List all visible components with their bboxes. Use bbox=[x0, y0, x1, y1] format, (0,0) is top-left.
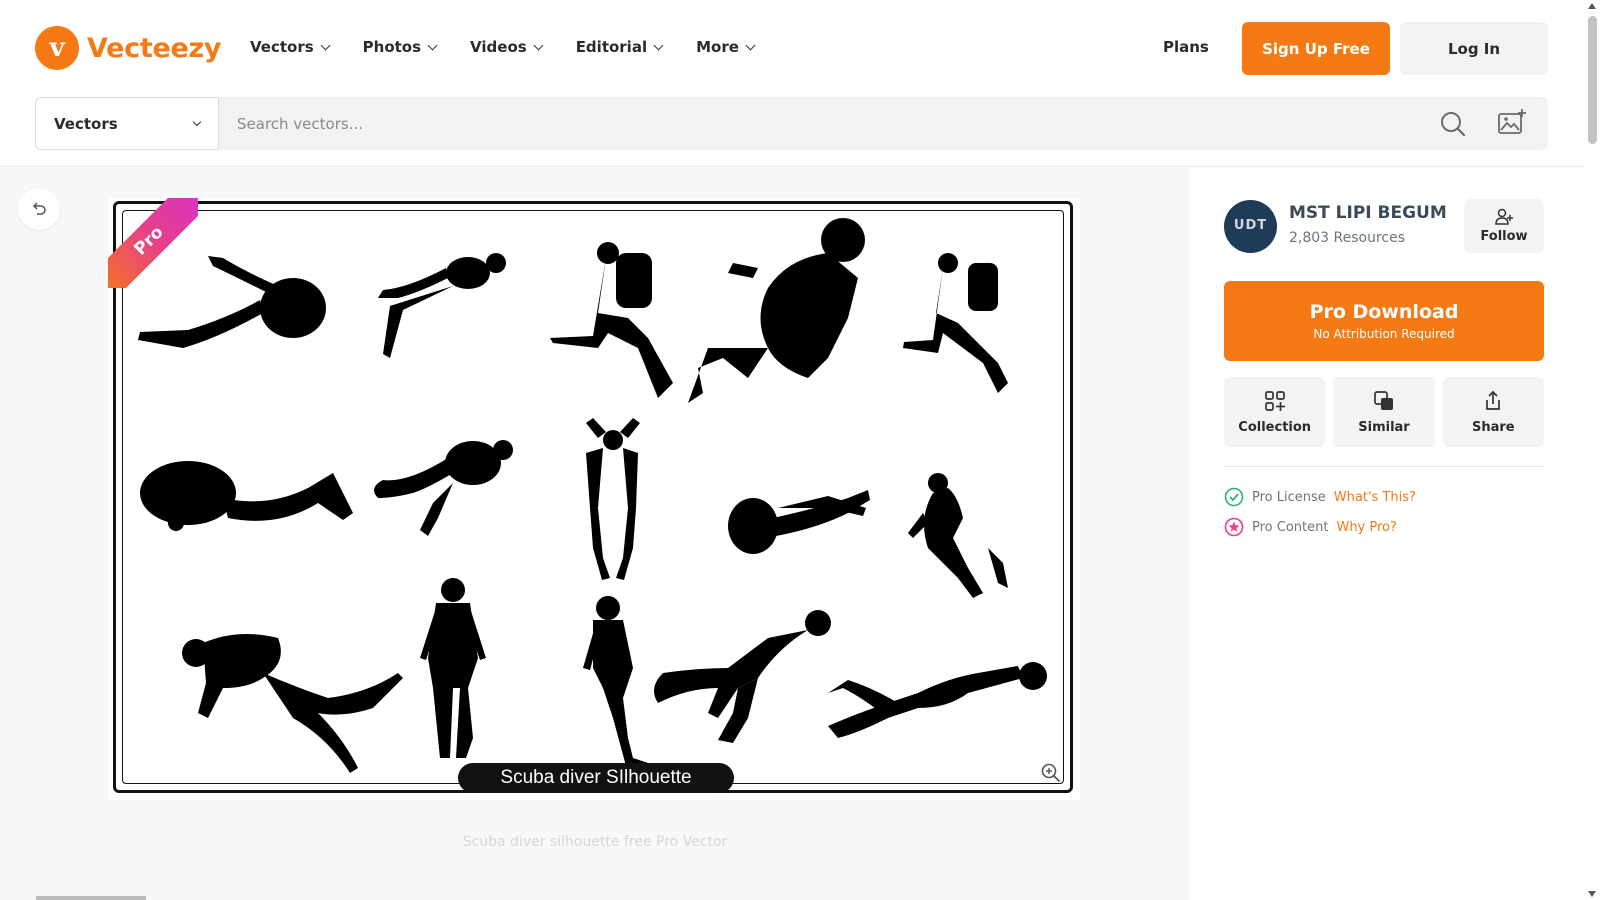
diver-silhouette bbox=[903, 253, 1008, 393]
diver-silhouette bbox=[420, 578, 486, 758]
diver-silhouette bbox=[378, 253, 506, 358]
nav-editorial-label: Editorial bbox=[575, 38, 648, 56]
pro-content-row: Pro Content Why Pro? bbox=[1224, 517, 1397, 537]
chevron-down-icon bbox=[427, 40, 438, 50]
scrollbar-thumb[interactable] bbox=[1588, 16, 1597, 144]
nav-vectors[interactable]: Vectors bbox=[250, 38, 331, 56]
sign-up-button[interactable]: Sign Up Free bbox=[1242, 22, 1390, 75]
avatar[interactable]: UDT bbox=[1224, 200, 1277, 253]
pro-license-label: Pro License bbox=[1252, 489, 1326, 505]
zoom-in-icon[interactable] bbox=[1040, 762, 1062, 784]
scroll-up-arrow-icon[interactable] bbox=[1588, 3, 1596, 9]
site-header: v Vecteezy Vectors Photos Videos Editori… bbox=[0, 0, 1585, 167]
sidebar-divider bbox=[1224, 466, 1544, 467]
search-icon[interactable] bbox=[1438, 109, 1468, 139]
pro-download-label: Pro Download bbox=[1309, 301, 1459, 323]
resource-actions: Collection Similar Share bbox=[1224, 377, 1544, 447]
follow-button[interactable]: Follow bbox=[1464, 199, 1544, 253]
diver-silhouette bbox=[182, 634, 403, 773]
chevron-down-icon bbox=[192, 117, 202, 126]
diver-silhouette bbox=[688, 218, 865, 403]
search-input[interactable] bbox=[237, 97, 1337, 150]
author-resource-count: 2,803 Resources bbox=[1289, 230, 1406, 246]
similar-icon bbox=[1374, 390, 1393, 410]
follow-label: Follow bbox=[1480, 229, 1528, 244]
artwork-caption: Scuba diver SIlhouette bbox=[458, 763, 734, 793]
diver-silhouette bbox=[654, 610, 831, 743]
logo-v-icon: v bbox=[35, 26, 79, 70]
nav-photos[interactable]: Photos bbox=[362, 38, 438, 56]
collection-button[interactable]: Collection bbox=[1224, 377, 1326, 447]
diver-silhouette bbox=[908, 473, 1008, 598]
chevron-down-icon bbox=[745, 40, 756, 50]
pro-license-row: Pro License What's This? bbox=[1224, 487, 1416, 507]
page-scrollbar[interactable] bbox=[1585, 0, 1600, 900]
collection-label: Collection bbox=[1238, 419, 1312, 435]
whats-this-link[interactable]: What's This? bbox=[1334, 490, 1416, 505]
nav-vectors-label: Vectors bbox=[250, 38, 314, 56]
nav-videos[interactable]: Videos bbox=[470, 38, 544, 56]
chevron-down-icon bbox=[533, 40, 544, 50]
nav-editorial[interactable]: Editorial bbox=[575, 38, 664, 56]
user-plus-icon bbox=[1495, 208, 1513, 225]
collection-icon bbox=[1264, 390, 1285, 411]
main-nav: Vectors Photos Videos Editorial More bbox=[250, 38, 756, 56]
check-circle-icon bbox=[1224, 487, 1244, 507]
diver-silhouette bbox=[583, 596, 648, 766]
diver-silhouette bbox=[374, 440, 513, 536]
main-content: Pro Scuba diver SIlhouette Scuba diver s… bbox=[0, 168, 1190, 900]
diver-silhouette bbox=[728, 490, 870, 554]
search-type-select[interactable]: Vectors bbox=[35, 97, 219, 150]
search-box bbox=[219, 97, 1548, 150]
similar-button[interactable]: Similar bbox=[1333, 377, 1435, 447]
log-in-button[interactable]: Log In bbox=[1400, 22, 1548, 75]
diver-silhouette bbox=[550, 242, 673, 398]
share-button[interactable]: Share bbox=[1442, 377, 1544, 447]
logo-text: Vecteezy bbox=[87, 32, 222, 64]
avatar-logo-icon: UDT bbox=[1233, 218, 1268, 234]
search-type-value: Vectors bbox=[54, 114, 118, 133]
nav-more[interactable]: More bbox=[696, 38, 756, 56]
undo-arrow-icon bbox=[32, 202, 46, 215]
pro-badge: Pro bbox=[108, 198, 198, 288]
vecteezy-logo[interactable]: v Vecteezy bbox=[35, 26, 221, 70]
diver-silhouette bbox=[586, 418, 640, 580]
similar-label: Similar bbox=[1358, 419, 1410, 435]
back-button[interactable] bbox=[18, 188, 60, 230]
pro-content-label: Pro Content bbox=[1252, 519, 1329, 535]
pro-download-sublabel: No Attribution Required bbox=[1313, 327, 1455, 341]
chevron-down-icon bbox=[653, 40, 664, 50]
diver-silhouette bbox=[140, 461, 353, 531]
star-circle-icon bbox=[1224, 517, 1244, 537]
diver-silhouette bbox=[828, 662, 1047, 738]
image-search-icon[interactable] bbox=[1496, 107, 1528, 139]
nav-photos-label: Photos bbox=[362, 38, 422, 56]
nav-more-label: More bbox=[696, 38, 739, 56]
pro-ribbon: Pro bbox=[108, 198, 198, 288]
plans-link[interactable]: Plans bbox=[1163, 38, 1209, 56]
scroll-down-arrow-icon[interactable] bbox=[1588, 891, 1596, 897]
share-icon bbox=[1486, 390, 1501, 410]
preview-image[interactable]: Pro Scuba diver SIlhouette bbox=[108, 198, 1080, 800]
search-bar: Vectors bbox=[35, 97, 1548, 150]
author-name[interactable]: MST LIPI BEGUM bbox=[1289, 203, 1447, 223]
image-title: Scuba diver silhouette free Pro Vector bbox=[462, 834, 728, 850]
why-pro-link[interactable]: Why Pro? bbox=[1336, 520, 1396, 535]
scuba-diver-silhouettes-artwork bbox=[138, 218, 1047, 773]
pro-download-button[interactable]: Pro Download No Attribution Required bbox=[1224, 281, 1544, 361]
nav-videos-label: Videos bbox=[470, 38, 527, 56]
cut-off-content bbox=[36, 896, 146, 900]
share-label: Share bbox=[1472, 419, 1515, 435]
chevron-down-icon bbox=[320, 40, 331, 50]
